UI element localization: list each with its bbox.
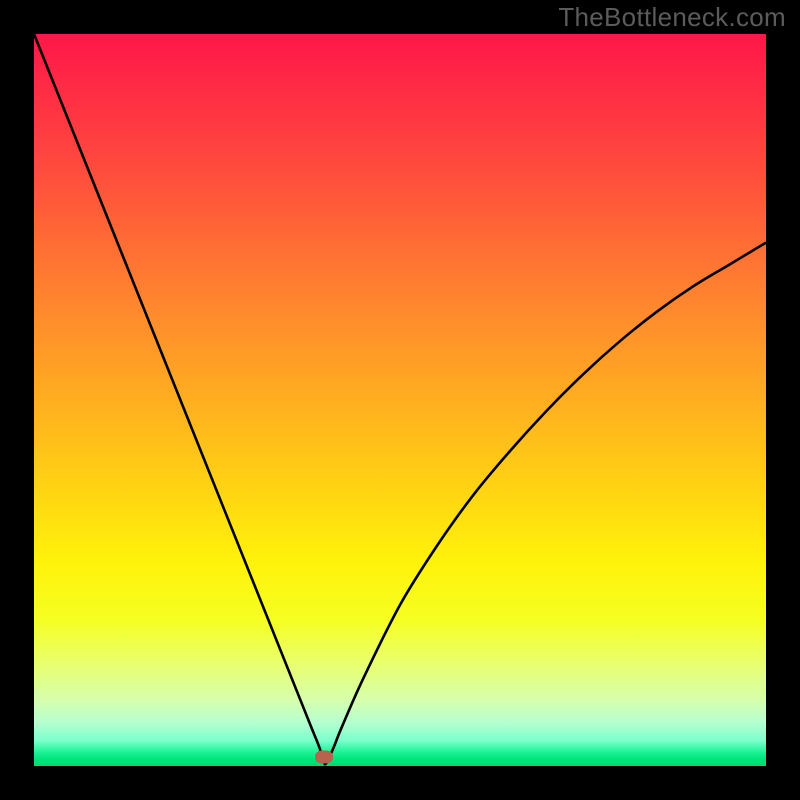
- curve-path: [34, 34, 766, 764]
- plot-area: [34, 34, 766, 766]
- bottleneck-curve: [34, 34, 766, 766]
- watermark-text: TheBottleneck.com: [558, 2, 786, 33]
- optimal-point-marker: [315, 751, 333, 764]
- chart-frame: TheBottleneck.com: [0, 0, 800, 800]
